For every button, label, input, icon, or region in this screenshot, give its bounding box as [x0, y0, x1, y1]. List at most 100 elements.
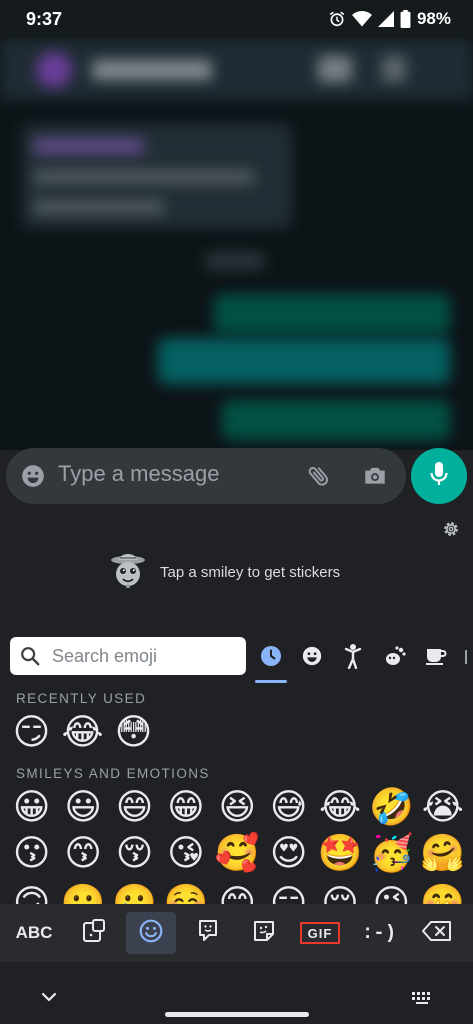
message-bar: Type a message [6, 448, 406, 504]
blurred-outgoing-bubble [222, 400, 450, 440]
emoji-key[interactable]: 😄 [109, 785, 160, 831]
emoji-kitchen-icon [81, 918, 107, 948]
emoji-row-partial: 🙃 🙂 🥲 ☺️ 😊 😏 😌 😉 🤭 [0, 877, 473, 905]
emoji-key[interactable]: 😏 [6, 710, 57, 756]
chevron-down-icon[interactable] [40, 988, 58, 1007]
blurred-call-icon [382, 56, 406, 82]
tab-smileys[interactable] [297, 643, 327, 673]
emoji-row: 🙃 🙂 🥲 ☺️ 😊 😏 😌 😉 🤭 [6, 881, 469, 905]
emoji-key[interactable]: 😘 [160, 831, 211, 877]
emoji-row: 😀 😃 😄 😁 😆 😅 😂 🤣 😭 [6, 785, 469, 831]
emoji-smiley-icon [138, 918, 164, 948]
emoji-key[interactable]: 🙂 [57, 881, 108, 905]
sticker-tab-button[interactable] [184, 912, 232, 954]
emoji-key[interactable]: 😏 [263, 881, 314, 905]
blurred-text-line [34, 170, 254, 184]
emoji-kitchen-button[interactable] [70, 912, 118, 954]
alarm-icon [328, 10, 346, 28]
emoticon-tab-button[interactable]: :-) [355, 912, 403, 954]
blurred-avatar [36, 52, 72, 88]
emoji-key[interactable]: 🤗 [417, 831, 468, 877]
tab-food[interactable] [421, 643, 451, 673]
people-icon [342, 643, 364, 673]
gear-icon[interactable] [441, 519, 461, 543]
emoji-key[interactable]: 🥰 [212, 831, 263, 877]
keyboard-toolbar: ABC GIF :-) [0, 904, 473, 962]
emoji-key[interactable]: 🥳 [366, 831, 417, 877]
gif-tab-button[interactable]: GIF [297, 912, 343, 954]
emoji-key[interactable]: 😁 [160, 785, 211, 831]
emoji-key[interactable]: 😉 [366, 881, 417, 905]
food-icon [424, 645, 448, 671]
bitmoji-tab-button[interactable] [240, 912, 288, 954]
backspace-icon [421, 920, 453, 946]
mic-button[interactable] [411, 448, 467, 504]
emoji-key[interactable]: 😙 [57, 831, 108, 877]
search-icon [19, 645, 41, 671]
bitmoji-icon [252, 919, 276, 947]
gif-label: GIF [300, 922, 340, 944]
emoji-key[interactable]: 😃 [57, 785, 108, 831]
sticker-hint-text: Tap a smiley to get stickers [160, 563, 341, 581]
emoji-key[interactable]: 😂 [57, 710, 108, 756]
sticker-icon [196, 918, 220, 948]
animals-icon [383, 644, 407, 672]
emoji-key[interactable]: 🤣 [366, 785, 417, 831]
active-tab-indicator [255, 680, 287, 683]
smileys-icon [301, 645, 323, 671]
sticker-hint[interactable]: Tap a smiley to get stickers [106, 548, 340, 596]
emoji-row: 😗 😙 😚 😘 🥰 😍 🤩 🥳 🤗 [6, 831, 469, 877]
message-input[interactable]: Type a message [58, 461, 219, 487]
sticker-character-icon [106, 548, 150, 596]
attach-icon[interactable] [306, 462, 332, 494]
tab-animals[interactable] [380, 643, 410, 673]
emoji-key[interactable]: 😍 [263, 831, 314, 877]
smiley-icon[interactable] [20, 463, 46, 493]
recent-emoji-row: 😏 😂 😳 [6, 710, 159, 756]
tab-people[interactable] [338, 643, 368, 673]
status-bar: 9:37 98% [0, 0, 473, 38]
blurred-sender-name [34, 138, 144, 154]
emoji-key[interactable]: 🤭 [417, 881, 468, 905]
emoji-key[interactable]: 🙃 [6, 881, 57, 905]
abc-button[interactable]: ABC [8, 912, 60, 954]
emoji-key[interactable]: 😆 [212, 785, 263, 831]
blurred-video-icon [318, 56, 352, 82]
blurred-text-line [34, 200, 164, 214]
home-gesture-handle[interactable] [165, 1012, 309, 1017]
status-icons: 98% [328, 9, 451, 29]
emoji-tab-button[interactable] [126, 912, 176, 954]
blurred-outgoing-bubble [214, 294, 450, 334]
emoji-key[interactable]: 😂 [314, 785, 365, 831]
search-placeholder: Search emoji [52, 646, 158, 666]
emoji-keyboard: Tap a smiley to get stickers Search emoj… [0, 510, 473, 1024]
emoji-search-input[interactable]: Search emoji [10, 637, 246, 675]
navigation-bar [0, 962, 473, 1024]
emoji-key[interactable]: 😌 [314, 881, 365, 905]
keyboard-switch-icon[interactable] [411, 990, 433, 1009]
recent-icon [259, 644, 283, 672]
blurred-contact-name [92, 60, 212, 80]
emoji-key[interactable]: 😅 [263, 785, 314, 831]
emoji-key[interactable]: 😚 [109, 831, 160, 877]
wifi-icon [351, 10, 372, 28]
emoji-key[interactable]: 🤩 [314, 831, 365, 877]
blurred-date-chip [205, 252, 265, 270]
emoji-key[interactable]: 😳 [108, 710, 159, 756]
camera-icon[interactable] [362, 463, 388, 493]
tab-recent[interactable] [256, 643, 286, 673]
emoji-key[interactable]: 😀 [6, 785, 57, 831]
chat-background [0, 38, 473, 450]
emoji-key[interactable]: 🥲 [109, 881, 160, 905]
signal-icon [377, 10, 394, 28]
emoji-key[interactable]: 😊 [212, 881, 263, 905]
status-time: 9:37 [26, 8, 63, 29]
mic-icon [427, 460, 451, 492]
emoji-key[interactable]: 😭 [417, 785, 468, 831]
emoji-key[interactable]: ☺️ [160, 881, 211, 905]
blurred-outgoing-bubble [158, 338, 450, 384]
backspace-button[interactable] [414, 912, 460, 954]
battery-percent: 98% [416, 9, 451, 28]
emoji-key[interactable]: 😗 [6, 831, 57, 877]
tab-scroll-divider [465, 650, 467, 664]
